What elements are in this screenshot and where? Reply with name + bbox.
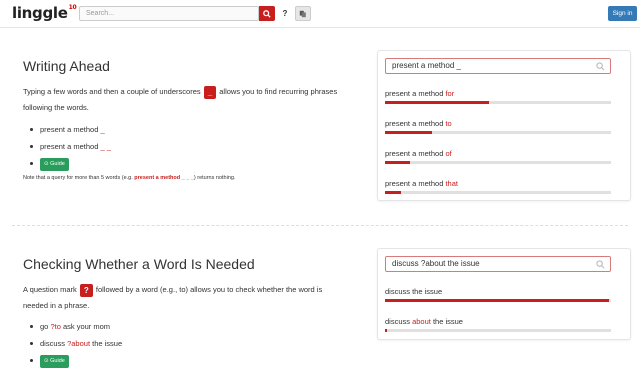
result-row-label[interactable]: discuss about the issue <box>385 317 463 326</box>
results-panel-writing-ahead: present a method _ present a method for … <box>377 50 631 201</box>
search-button[interactable] <box>259 6 275 21</box>
search-input[interactable]: Search... <box>79 6 259 21</box>
section1-description: Typing a few words and then a couple of … <box>23 84 368 116</box>
result-row-label[interactable]: present a method of <box>385 149 452 158</box>
guide-button[interactable]: ⊙ Guide <box>40 354 69 368</box>
guide-item: ⊙ Guide <box>23 352 122 369</box>
panel-query-input[interactable]: discuss ?about the issue <box>385 256 611 272</box>
result-bar-fill <box>385 191 401 194</box>
section2-desc-text-b: followed by a word (e.g., to) allows you… <box>95 285 323 294</box>
logo-superscript: 10 <box>68 4 77 11</box>
result-bar-fill <box>385 101 489 104</box>
result-bar <box>385 131 611 134</box>
section-divider <box>12 225 628 226</box>
guide-icon: ⊙ <box>44 160 49 167</box>
result-bar <box>385 101 611 104</box>
result-bar <box>385 329 611 332</box>
section2-desc-text-a: A question mark <box>23 285 77 294</box>
section1-desc-text-a: Typing a few words and then a couple of … <box>23 87 201 96</box>
result-row-label[interactable]: present a method to <box>385 119 452 128</box>
section2-description: A question mark ? followed by a word (e.… <box>23 282 368 314</box>
result-bar-fill <box>385 299 609 302</box>
section1-desc-text-c: following the words. <box>23 103 89 112</box>
guide-item: ⊙ Guide <box>23 155 111 172</box>
example-item[interactable]: present a method _ <box>23 121 111 138</box>
section-title-writing-ahead: Writing Ahead <box>23 58 110 74</box>
panel-query-input[interactable]: present a method _ <box>385 58 611 74</box>
result-bar <box>385 161 611 164</box>
section-title-checking-word: Checking Whether a Word Is Needed <box>23 256 255 272</box>
result-row-label[interactable]: discuss the issue <box>385 287 442 296</box>
result-bar <box>385 191 611 194</box>
result-bar-fill <box>385 131 433 134</box>
search-icon <box>596 260 605 269</box>
example-item[interactable]: present a method _ _ <box>23 138 111 155</box>
question-mark-chip: ? <box>79 283 93 297</box>
section2-desc-text-c: needed in a phrase. <box>23 301 90 310</box>
logo[interactable]: linggle10 <box>12 4 77 22</box>
section2-example-list: go ?to ask your mom discuss ?about the i… <box>23 318 122 369</box>
search-icon <box>263 9 271 18</box>
section1-desc-text-b: allows you to find recurring phrases <box>219 87 338 96</box>
example-item[interactable]: go ?to ask your mom <box>23 318 122 335</box>
logo-text: linggle <box>12 4 68 22</box>
result-bar <box>385 299 611 302</box>
top-bar: linggle10 Search... ? Sign in <box>0 0 640 28</box>
example-item[interactable]: discuss ?about the issue <box>23 335 122 352</box>
sign-in-button[interactable]: Sign in <box>608 6 637 21</box>
section1-example-list: present a method _ present a method _ _ … <box>23 121 111 172</box>
guide-icon: ⊙ <box>44 357 49 364</box>
results-panel-checking-word: discuss ?about the issue discuss the iss… <box>377 248 631 340</box>
search-icon <box>596 62 605 71</box>
copy-icon <box>299 10 306 17</box>
guide-button[interactable]: ⊙ Guide <box>40 157 69 171</box>
result-bar-fill <box>385 161 410 164</box>
result-row-label[interactable]: present a method that <box>385 179 458 188</box>
help-button[interactable]: ? <box>280 8 290 20</box>
underscore-chip: _ <box>203 85 217 99</box>
copy-button[interactable] <box>295 6 311 21</box>
result-row-label[interactable]: present a method for <box>385 89 454 98</box>
section1-note: Note that a query for more than 5 words … <box>23 175 236 181</box>
result-bar-fill <box>385 329 388 332</box>
